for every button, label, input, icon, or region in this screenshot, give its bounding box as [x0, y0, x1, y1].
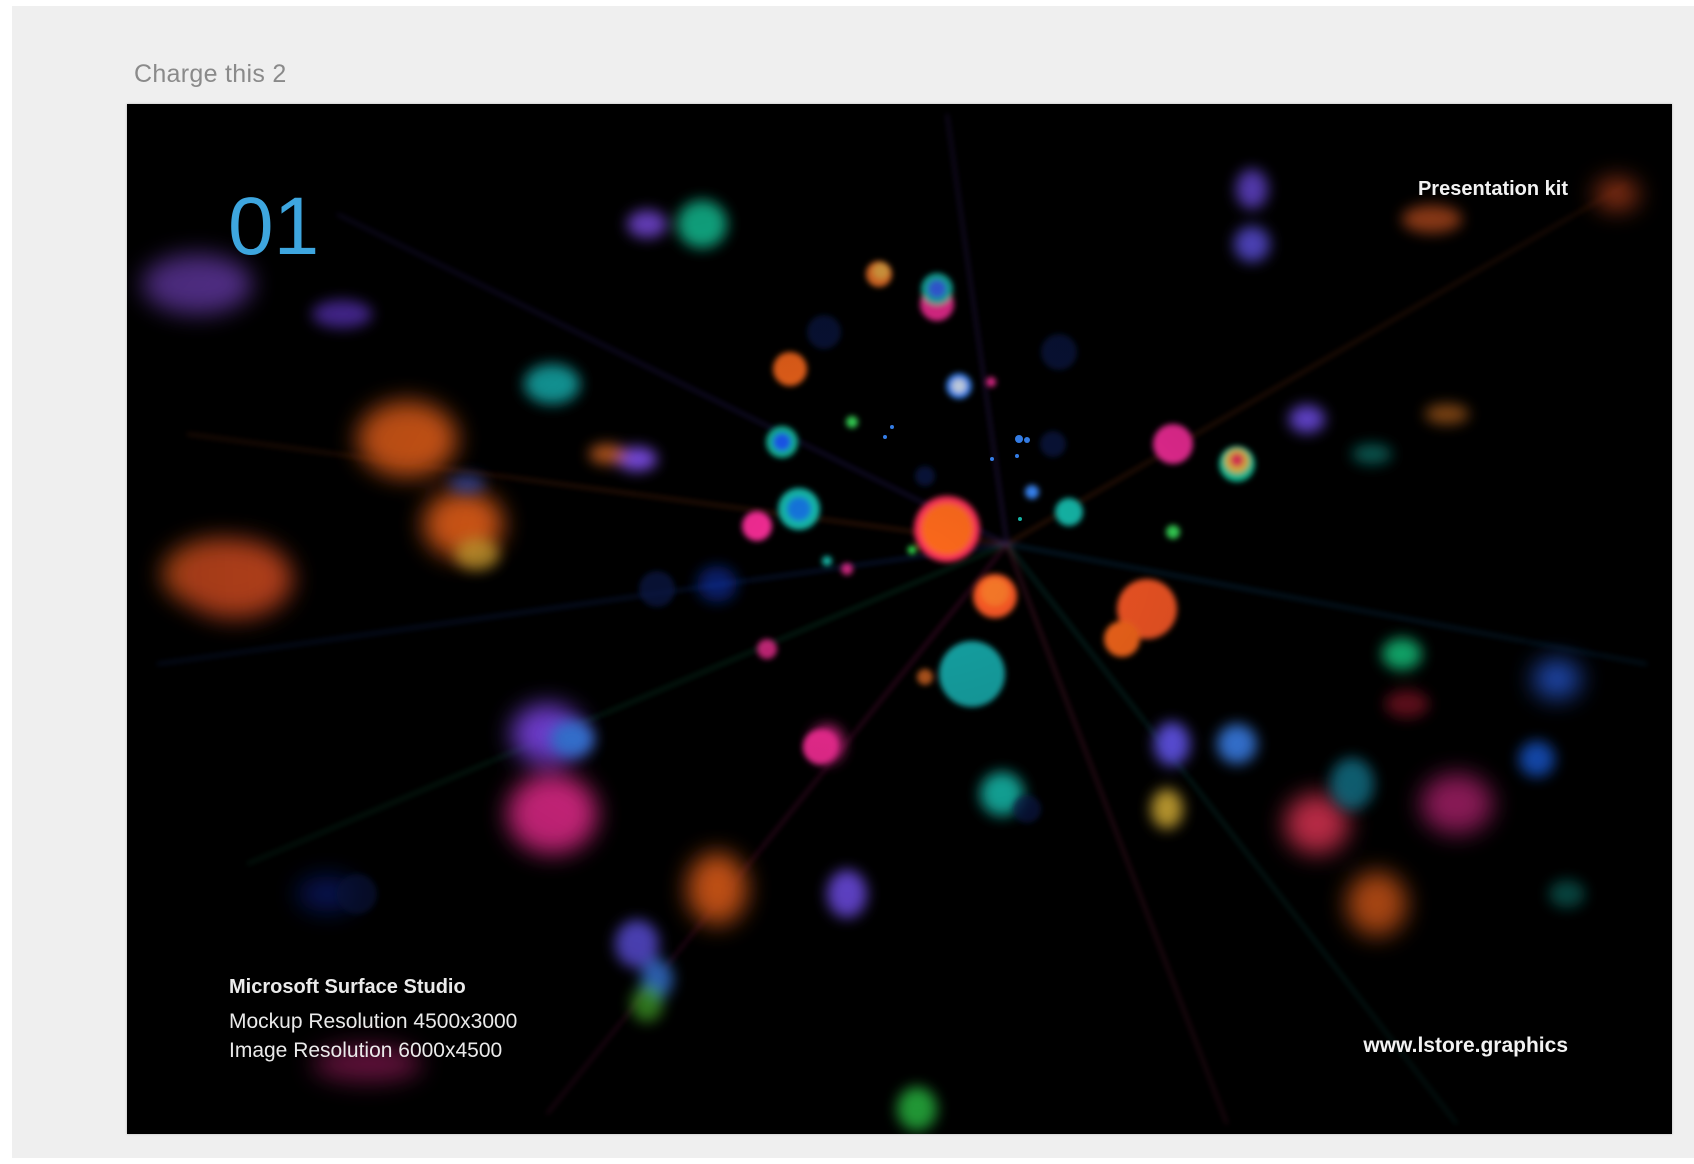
artboard-title[interactable]: Charge this 2 — [134, 60, 287, 89]
website-link[interactable]: www.lstore.graphics — [1363, 1034, 1568, 1058]
device-name: Microsoft Surface Studio — [229, 976, 466, 998]
slide-number: 01 — [228, 181, 320, 272]
device-specs: Microsoft Surface Studio Mockup Resoluti… — [229, 976, 517, 1065]
artboard-slide[interactable]: 01 Presentation kit Microsoft Surface St… — [127, 104, 1672, 1134]
image-resolution: Image Resolution 6000x4500 — [229, 1039, 503, 1062]
mockup-resolution: Mockup Resolution 4500x3000 — [229, 1010, 518, 1033]
presentation-kit-label: Presentation kit — [1417, 178, 1568, 200]
design-canvas[interactable]: Charge this 2 01 Presentation kit Micros… — [12, 6, 1694, 1158]
